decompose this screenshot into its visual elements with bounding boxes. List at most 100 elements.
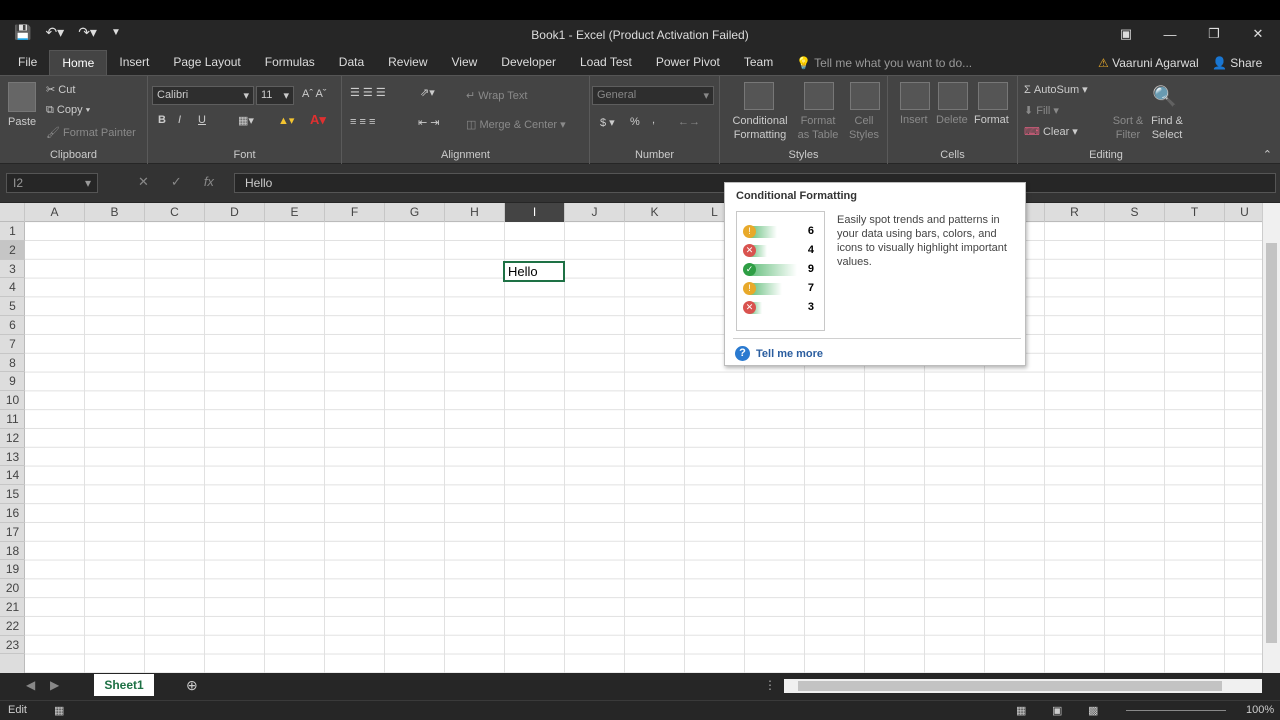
tab-review[interactable]: Review (376, 50, 439, 75)
bold-button[interactable]: B (158, 114, 166, 126)
tab-team[interactable]: Team (732, 50, 785, 75)
column-header[interactable]: I (505, 203, 565, 222)
tell-me-search[interactable]: 💡 Tell me what you want to do... (796, 56, 972, 70)
paste-icon[interactable] (8, 82, 36, 112)
row-header[interactable]: 5 (0, 297, 25, 316)
left-align-icon[interactable]: ≡ ≡ ≡ (350, 116, 375, 128)
italic-button[interactable]: I (178, 114, 181, 126)
restore-icon[interactable]: ❐ (1192, 20, 1236, 48)
row-header[interactable]: 7 (0, 335, 25, 354)
indent-icon[interactable]: ⇤ ⇥ (418, 116, 440, 129)
delete-cells-button[interactable]: Delete (936, 114, 968, 126)
new-sheet-icon[interactable]: ⊕ (186, 677, 198, 694)
zoom-slider[interactable] (1126, 710, 1226, 711)
page-layout-view-icon[interactable]: ▣ (1052, 704, 1062, 717)
row-header[interactable]: 1 (0, 222, 25, 241)
zoom-level[interactable]: 100% (1246, 704, 1274, 716)
wrap-text-button[interactable]: ↵ Wrap Text (466, 89, 527, 102)
column-header[interactable]: J (565, 203, 625, 222)
insert-cells-button[interactable]: Insert (900, 114, 928, 126)
borders-icon[interactable]: ▦▾ (238, 114, 254, 127)
row-header[interactable]: 21 (0, 598, 25, 617)
column-header[interactable]: R (1045, 203, 1105, 222)
tab-developer[interactable]: Developer (489, 50, 568, 75)
fill-color-icon[interactable]: ▲▾ (278, 114, 294, 127)
close-icon[interactable]: ✕ (1236, 20, 1280, 48)
row-header[interactable]: 8 (0, 354, 25, 373)
fill-button[interactable]: ⬇ Fill ▾ (1024, 104, 1059, 117)
currency-button[interactable]: $ ▾ (600, 116, 615, 129)
merge-center-button[interactable]: ◫ Merge & Center ▾ (466, 118, 566, 131)
tab-power-pivot[interactable]: Power Pivot (644, 50, 732, 75)
row-header[interactable]: 14 (0, 466, 25, 486)
decimal-icon[interactable]: ←→ (678, 116, 700, 128)
horizontal-scrollbar[interactable] (784, 679, 1262, 693)
top-align-icon[interactable]: ☰ ☰ ☰ (350, 86, 386, 99)
page-break-view-icon[interactable]: ▩ (1088, 704, 1098, 717)
splitter-icon[interactable]: ⋮ (764, 678, 776, 692)
sort-filter-button[interactable]: Sort & Filter (1110, 114, 1146, 142)
font-size-box[interactable]: 11 ▾ (256, 86, 294, 105)
tab-view[interactable]: View (440, 50, 490, 75)
format-cells-button[interactable]: Format (974, 114, 1009, 126)
row-header[interactable]: 19 (0, 560, 25, 580)
cut-button[interactable]: ✂ Cut (46, 83, 75, 96)
tab-insert[interactable]: Insert (107, 50, 161, 75)
column-header[interactable]: T (1165, 203, 1225, 222)
scroll-tabs-right-icon[interactable]: ▶ (50, 678, 59, 692)
column-header[interactable]: U (1225, 203, 1265, 222)
minimize-icon[interactable]: — (1148, 20, 1192, 48)
tab-load-test[interactable]: Load Test (568, 50, 644, 75)
horizontal-scroll-thumb[interactable] (798, 681, 1222, 691)
select-all-corner[interactable] (0, 203, 25, 222)
format-cells-icon[interactable] (978, 82, 1008, 110)
autosum-button[interactable]: Σ AutoSum ▾ (1024, 83, 1088, 96)
column-header[interactable]: C (145, 203, 205, 222)
find-select-button[interactable]: Find & Select (1148, 114, 1186, 142)
column-header[interactable]: F (325, 203, 385, 222)
conditional-formatting-button[interactable]: Conditional Formatting (726, 114, 794, 142)
font-color-icon[interactable]: A▾ (310, 112, 326, 128)
grow-font-button[interactable]: Aˆ Aˇ (302, 88, 326, 100)
collapse-ribbon-icon[interactable]: ⌃ (1263, 148, 1272, 161)
cell-styles-button[interactable]: Cell Styles (844, 114, 884, 142)
row-header[interactable]: 12 (0, 429, 25, 448)
row-header[interactable]: 10 (0, 391, 25, 410)
row-header[interactable]: 9 (0, 372, 25, 392)
number-format-box[interactable]: General ▾ (592, 86, 714, 105)
delete-cells-icon[interactable] (938, 82, 968, 110)
row-header[interactable]: 6 (0, 316, 25, 335)
row-header[interactable]: 3 (0, 260, 25, 279)
column-header[interactable]: K (625, 203, 685, 222)
row-header[interactable]: 20 (0, 579, 25, 598)
row-header[interactable]: 15 (0, 485, 25, 504)
clear-button[interactable]: ⌨ Clear ▾ (1024, 125, 1078, 138)
row-header[interactable]: 18 (0, 542, 25, 561)
comma-button[interactable]: , (652, 114, 655, 126)
row-header[interactable]: 23 (0, 636, 25, 655)
active-cell[interactable]: Hello (503, 261, 565, 282)
tab-data[interactable]: Data (327, 50, 376, 75)
tab-formulas[interactable]: Formulas (253, 50, 327, 75)
column-header[interactable]: A (25, 203, 85, 222)
row-header[interactable]: 4 (0, 278, 25, 298)
insert-cells-icon[interactable] (900, 82, 930, 110)
row-header[interactable]: 17 (0, 523, 25, 542)
find-icon[interactable]: 🔍 (1152, 84, 1177, 109)
vertical-scrollbar[interactable] (1262, 203, 1280, 673)
cancel-icon[interactable]: ✕ (138, 174, 149, 190)
cell-grid[interactable] (25, 222, 1262, 673)
cell-styles-icon[interactable] (850, 82, 880, 110)
column-header[interactable]: E (265, 203, 325, 222)
macro-record-icon[interactable]: ▦ (54, 704, 64, 717)
font-name-box[interactable]: Calibri ▾ (152, 86, 254, 105)
row-header[interactable]: 22 (0, 617, 25, 636)
format-as-table-icon[interactable] (804, 82, 834, 110)
ribbon-display-icon[interactable]: ▣ (1104, 20, 1148, 48)
column-header[interactable]: S (1105, 203, 1165, 222)
user-account[interactable]: ⚠ Vaaruni Agarwal (1098, 56, 1199, 70)
scroll-tabs-left-icon[interactable]: ◀ (26, 678, 35, 692)
tell-me-more-link[interactable]: ? Tell me more (735, 346, 823, 361)
normal-view-icon[interactable]: ▦ (1016, 704, 1026, 717)
format-painter-button[interactable]: 🖌 Format Painter (46, 126, 136, 139)
